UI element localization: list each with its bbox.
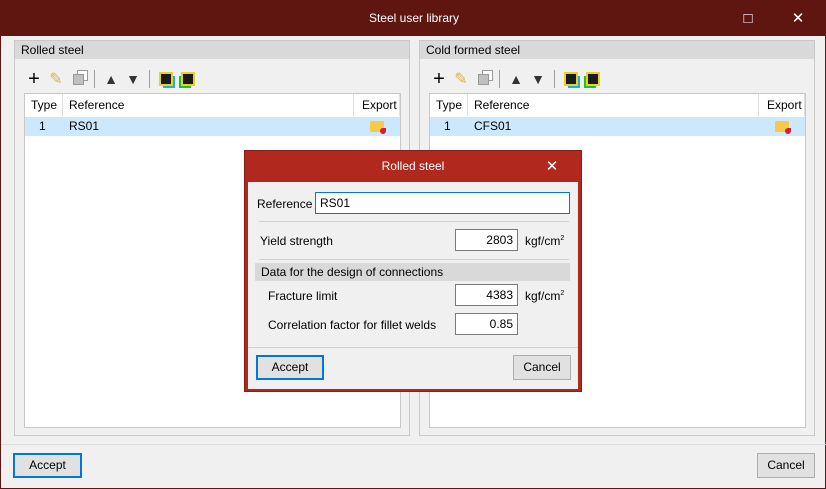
import-icon[interactable] [562,70,580,88]
accept-button[interactable]: Accept [13,453,82,478]
maximize-icon[interactable]: □ [725,1,771,36]
footer-divider [1,444,826,445]
fracture-unit: kgf/cm2 [525,289,564,303]
reference-input[interactable]: RS01 [315,192,570,214]
divider [248,347,578,348]
window-title: Steel user library [368,11,460,25]
column-reference[interactable]: Reference [63,94,354,116]
copy-icon[interactable] [474,70,492,88]
fracture-limit-input[interactable]: 4383 [455,284,518,306]
column-export[interactable]: Export [354,94,400,116]
toolbar: + ✎ ▲ ▼ [25,68,197,90]
panel-title: Cold formed steel [420,41,814,59]
dialog-title: Rolled steel [381,159,445,173]
dialog-accept-button[interactable]: Accept [256,355,324,380]
dialog-cancel-button[interactable]: Cancel [513,355,571,380]
cell-reference: CFS01 [474,119,512,133]
close-icon[interactable]: ✕ [775,1,821,36]
correlation-factor-input[interactable]: 0.85 [455,313,518,335]
fracture-limit-label: Fracture limit [268,289,338,303]
export-icon[interactable] [584,70,602,88]
panel-title: Rolled steel [15,41,409,59]
toolbar-separator [499,70,500,88]
copy-icon[interactable] [69,70,87,88]
table-row[interactable]: 1 CFS01 [430,117,805,136]
toolbar-separator [554,70,555,88]
unit-text: kgf/cm [525,234,561,248]
add-icon[interactable]: + [25,68,43,90]
yield-strength-input[interactable]: 2803 [455,229,518,251]
export-icon[interactable] [179,70,197,88]
title-bar: Steel user library [1,1,826,36]
cancel-button[interactable]: Cancel [757,453,815,478]
toolbar: + ✎ ▲ ▼ [430,68,602,90]
cell-reference: RS01 [69,119,100,133]
cell-type: 1 [39,119,46,133]
toolbar-separator [94,70,95,88]
column-reference[interactable]: Reference [468,94,759,116]
table-row[interactable]: 1 RS01 [25,117,400,136]
rolled-steel-dialog: Rolled steel ✕ Reference RS01 Yield stre… [244,150,582,392]
divider [259,259,569,260]
dialog-close-icon[interactable]: ✕ [537,151,567,182]
export-folder-icon[interactable] [370,121,386,134]
move-down-icon[interactable]: ▼ [529,70,547,88]
column-type[interactable]: Type [25,94,63,116]
yield-unit: kgf/cm2 [525,234,564,248]
unit-sup: 2 [560,290,565,297]
column-type[interactable]: Type [430,94,468,116]
edit-icon[interactable]: ✎ [47,70,65,88]
import-icon[interactable] [157,70,175,88]
move-up-icon[interactable]: ▲ [507,70,525,88]
unit-sup: 2 [560,235,565,242]
cell-type: 1 [444,119,451,133]
correlation-factor-label: Correlation factor for fillet welds [268,318,437,332]
reference-label: Reference [257,197,313,211]
add-icon[interactable]: + [430,68,448,90]
section-header: Data for the design of connections [255,263,570,281]
column-export[interactable]: Export [759,94,805,116]
export-folder-icon[interactable] [775,121,791,134]
divider [259,221,569,222]
move-down-icon[interactable]: ▼ [124,70,142,88]
dialog-body: Reference RS01 Yield strength 2803 kgf/c… [248,182,578,389]
toolbar-separator [149,70,150,88]
unit-text: kgf/cm [525,289,561,303]
move-up-icon[interactable]: ▲ [102,70,120,88]
edit-icon[interactable]: ✎ [452,70,470,88]
yield-strength-label: Yield strength [260,234,333,248]
